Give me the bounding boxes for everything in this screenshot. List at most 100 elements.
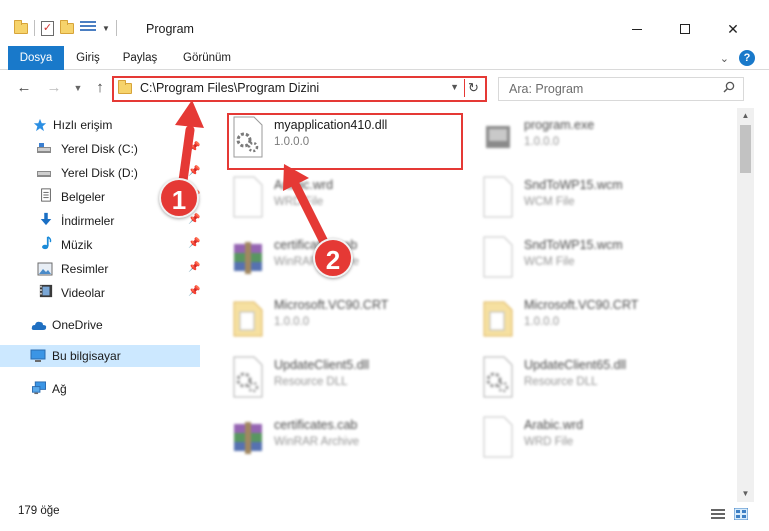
sidebar-item-network[interactable]: Ağ [0,378,200,400]
sidebar-item-label: Hızlı erişim [53,118,113,132]
documents-icon [41,188,51,202]
minimize-button[interactable] [614,14,660,44]
sidebar-item-music[interactable]: Müzik 📌 [0,234,200,256]
download-icon [40,212,52,226]
dll-icon [233,356,263,398]
back-arrow-icon[interactable]: ← [14,78,34,98]
refresh-icon[interactable]: ↻ [464,79,482,97]
chevron-down-icon[interactable]: ▼ [102,24,110,33]
drive-icon [37,143,51,153]
file-item[interactable]: UpdateClient5.dll Resource DLL [224,352,464,404]
blank-file-icon [233,176,263,218]
recent-locations-chevron-icon[interactable]: ▼ [68,78,88,98]
star-icon [33,118,47,132]
ribbon-controls: ⌄ ? [720,50,755,66]
help-icon[interactable]: ? [739,50,755,66]
file-item[interactable]: SndToWP15.wcm WCM File [474,172,714,224]
item-count: 179 öğe [18,505,60,517]
toolbar-divider [115,20,117,36]
details-view-icon[interactable] [711,508,725,520]
sidebar-item-this-pc[interactable]: Bu bilgisayar [0,345,200,367]
pictures-icon [37,262,53,276]
exe-icon [486,126,510,148]
file-name: Microsoft.VC90.CRT [274,298,389,312]
file-type: WinRAR Archive [274,436,359,448]
file-name: Arabic.wrd [524,418,584,432]
sidebar-item-videos[interactable]: Videolar 📌 [0,282,200,304]
sidebar-item-label: Resimler [61,262,109,276]
pin-icon[interactable]: 📌 [188,143,200,153]
file-name: program.exe [524,118,595,132]
scroll-down-icon[interactable]: ▼ [737,486,754,502]
scrollbar-thumb[interactable] [740,125,751,173]
file-type: Resource DLL [274,376,348,388]
address-bar[interactable]: C:\Program Files\Program Dizini ▼ ↻ [112,76,487,102]
customize-toolbar-icon[interactable] [80,21,96,35]
address-path[interactable]: C:\Program Files\Program Dizini [140,81,319,95]
pin-icon[interactable]: 📌 [188,287,200,297]
pin-icon[interactable]: 📌 [188,167,200,177]
status-bar: 179 öğe [0,502,769,531]
pin-icon[interactable]: 📌 [188,215,200,225]
file-type: WRD File [524,436,574,448]
tab-home[interactable]: Giriş [70,46,106,70]
vertical-scrollbar[interactable]: ▲ ▼ [737,108,754,502]
music-icon [42,236,52,250]
file-item[interactable]: UpdateClient65.dll Resource DLL [474,352,714,404]
close-icon: ✕ [727,20,739,37]
cloud-icon [31,321,47,330]
forward-arrow-icon[interactable]: → [44,78,64,98]
new-folder-icon[interactable] [60,19,74,34]
sidebar-item-drive-c[interactable]: Yerel Disk (C:) 📌 [0,138,200,160]
file-item[interactable]: Microsoft.VC90.CRT 1.0.0.0 [474,292,714,344]
maximize-button[interactable] [662,14,708,44]
sidebar-item-pictures[interactable]: Resimler 📌 [0,258,200,280]
file-name: UpdateClient5.dll [274,358,370,372]
drive-icon [37,171,51,177]
file-name: Arabic.wrd [274,178,334,192]
expand-ribbon-icon[interactable]: ⌄ [720,52,729,65]
file-item[interactable]: program.exe 1.0.0.0 [474,112,714,164]
sidebar-item-quick-access[interactable]: Hızlı erişim [0,114,200,136]
file-type: WCM File [524,196,575,208]
folder-doc-icon [483,301,513,337]
search-placeholder: Ara: Program [509,82,584,96]
file-item[interactable]: SndToWP15.wcm WCM File [474,232,714,284]
pin-icon[interactable]: 📌 [188,263,200,273]
navigation-bar: ← → ▼ ↑ C:\Program Files\Program Dizini … [0,73,769,103]
tab-share[interactable]: Paylaş [118,46,162,70]
sidebar-item-label: Bu bilgisayar [52,349,121,363]
scroll-up-icon[interactable]: ▲ [737,108,754,124]
search-input[interactable]: Ara: Program [498,77,744,101]
sidebar-item-label: Müzik [61,238,93,252]
blank-file-icon [483,236,513,278]
file-version: 1.0.0.0 [524,316,560,328]
address-history-chevron-icon[interactable]: ▼ [450,82,459,92]
sidebar-item-label: Ağ [52,382,67,396]
search-icon[interactable] [723,81,735,93]
up-arrow-icon[interactable]: ↑ [90,78,110,98]
winrar-icon [234,242,262,274]
file-version: 1.0.0.0 [274,316,310,328]
large-icons-view-icon[interactable] [734,508,748,520]
close-button[interactable]: ✕ [710,14,756,44]
blank-file-icon [483,416,513,458]
tab-file[interactable]: Dosya [8,46,64,70]
file-item[interactable]: Arabic.wrd WRD File [224,172,464,224]
sidebar-item-label: OneDrive [52,318,103,332]
folder-icon [14,19,28,34]
tab-view[interactable]: Görünüm [174,46,240,70]
target-file-highlight [227,113,463,170]
pin-icon[interactable]: 📌 [188,239,200,249]
file-type: WCM File [524,256,575,268]
videos-icon [39,284,53,298]
properties-check-icon[interactable]: ✓ [41,20,54,36]
file-item[interactable]: Arabic.wrd WRD File [474,412,714,464]
sidebar-item-onedrive[interactable]: OneDrive [0,314,200,336]
file-version: 1.0.0.0 [524,136,560,148]
file-item[interactable]: Microsoft.VC90.CRT 1.0.0.0 [224,292,464,344]
file-item[interactable]: certificates.cab WinRAR Archive [224,412,464,464]
minimize-icon [632,28,642,30]
file-name: SndToWP15.wcm [524,238,623,252]
toolbar-divider [34,20,35,36]
